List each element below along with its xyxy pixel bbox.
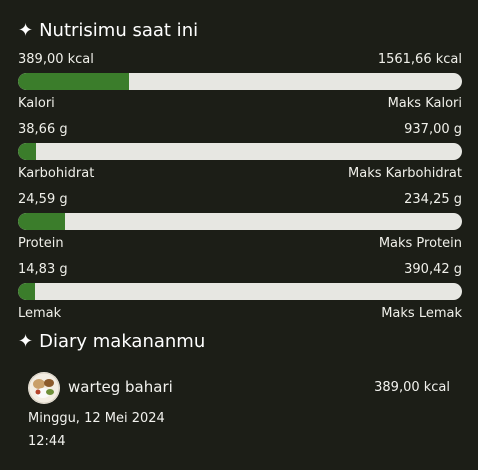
calorie-labels-row: Kalori Maks Kalori (18, 96, 462, 111)
food-date: Minggu, 12 Mei 2024 (28, 411, 165, 426)
fat-max: 390,42 g (404, 262, 462, 277)
protein-label: Protein (18, 236, 64, 251)
calorie-progress-fill (18, 73, 129, 90)
food-name: warteg bahari (68, 378, 173, 396)
calorie-max: 1561,66 kcal (377, 52, 462, 67)
nutrition-title-text: Nutrisimu saat ini (39, 20, 199, 41)
carb-label: Karbohidrat (18, 166, 95, 181)
nutrition-section-title: ✦ Nutrisimu saat ini (18, 20, 198, 41)
fat-progress-bar (18, 283, 462, 300)
protein-max-label: Maks Protein (378, 236, 462, 251)
food-calories: 389,00 kcal (374, 380, 450, 395)
calorie-current: 389,00 kcal (18, 52, 94, 67)
protein-progress-bar (18, 213, 462, 230)
fat-progress-fill (18, 283, 35, 300)
carb-max-label: Maks Karbohidrat (348, 166, 462, 181)
diary-section-title: ✦ Diary makananmu (18, 331, 205, 352)
protein-current: 24,59 g (18, 192, 68, 207)
food-time: 12:44 (28, 434, 66, 449)
diary-entry[interactable]: warteg bahari 389,00 kcal Minggu, 12 Mei… (28, 370, 454, 450)
calorie-progress-bar (18, 73, 462, 90)
carb-progress-bar (18, 143, 462, 160)
carb-max: 937,00 g (404, 122, 462, 137)
carb-labels-row: Karbohidrat Maks Karbohidrat (18, 166, 462, 181)
calorie-label: Kalori (18, 96, 55, 111)
fat-max-label: Maks Lemak (381, 306, 462, 321)
protein-progress-fill (18, 213, 65, 230)
fat-labels-row: Lemak Maks Lemak (18, 306, 462, 321)
fat-label: Lemak (18, 306, 62, 321)
carb-values-row: 38,66 g 937,00 g (18, 122, 462, 137)
protein-labels-row: Protein Maks Protein (18, 236, 462, 251)
fat-values-row: 14,83 g 390,42 g (18, 262, 462, 277)
diary-title-text: Diary makananmu (39, 331, 206, 352)
food-thumbnail-icon (28, 372, 60, 404)
fat-current: 14,83 g (18, 262, 68, 277)
carb-progress-fill (18, 143, 37, 160)
calorie-max-label: Maks Kalori (387, 96, 462, 111)
carb-current: 38,66 g (18, 122, 68, 137)
sparkle-icon: ✦ (18, 330, 34, 352)
sparkle-icon: ✦ (18, 19, 34, 41)
protein-values-row: 24,59 g 234,25 g (18, 192, 462, 207)
protein-max: 234,25 g (404, 192, 462, 207)
calorie-values-row: 389,00 kcal 1561,66 kcal (18, 52, 462, 67)
